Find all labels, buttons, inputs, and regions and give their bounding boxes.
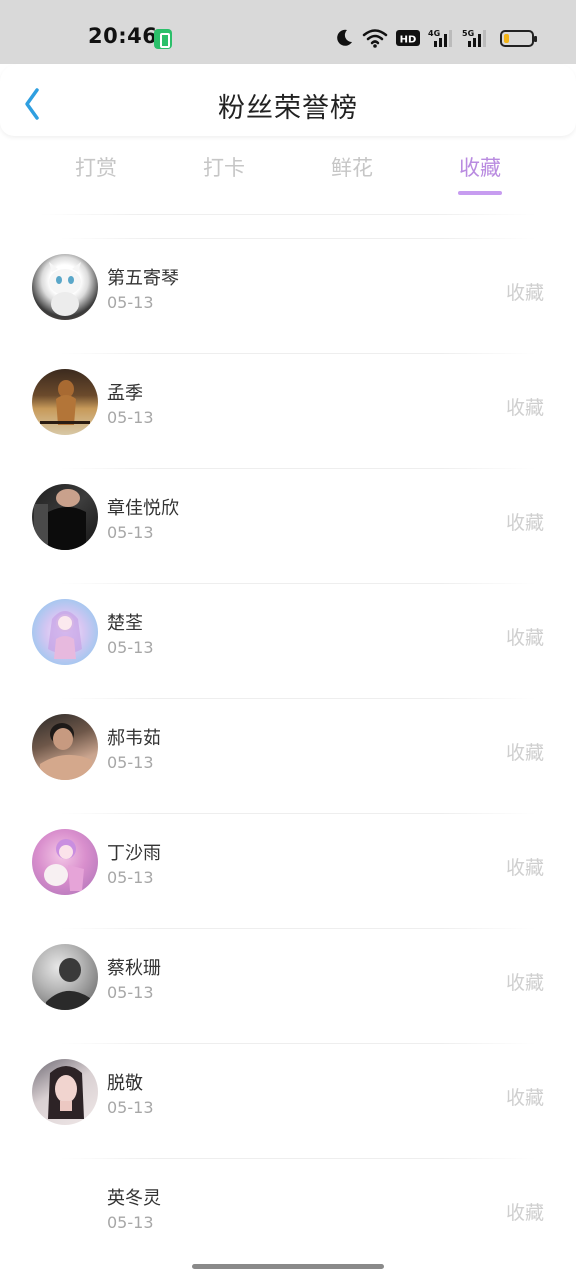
- username: 孟季: [107, 383, 143, 404]
- favorite-action[interactable]: 收藏: [506, 1083, 544, 1110]
- date: 05-13: [107, 983, 154, 1002]
- favorite-action[interactable]: 收藏: [506, 738, 544, 765]
- hd-icon: HD: [396, 30, 420, 46]
- sim2-label: 5G: [462, 29, 474, 38]
- avatar[interactable]: [32, 944, 98, 1010]
- date: 05-13: [107, 638, 154, 657]
- tab-flowers[interactable]: 鲜花: [288, 150, 416, 198]
- header: 粉丝荣誉榜: [0, 64, 576, 136]
- list-item[interactable]: 章佳悦欣 05-13 收藏: [0, 468, 576, 583]
- row-divider: [60, 583, 536, 584]
- list-item[interactable]: 孟季 05-13 收藏: [0, 353, 576, 468]
- row-divider: [60, 928, 536, 929]
- row-divider: [60, 468, 536, 469]
- favorite-action[interactable]: 收藏: [506, 393, 544, 420]
- list-item[interactable]: 英冬灵 05-13 收藏: [0, 1158, 576, 1273]
- date: 05-13: [107, 408, 154, 427]
- date: 05-13: [107, 293, 154, 312]
- row-divider: [60, 813, 536, 814]
- username: 第五寄琴: [107, 268, 179, 289]
- active-tab-indicator: [458, 191, 502, 195]
- favorite-action[interactable]: 收藏: [506, 508, 544, 535]
- avatar[interactable]: [32, 714, 98, 780]
- avatar[interactable]: [32, 1059, 98, 1125]
- avatar[interactable]: [32, 599, 98, 665]
- battery-icon: [500, 29, 537, 47]
- username: 郝韦茹: [107, 728, 161, 749]
- home-indicator[interactable]: [192, 1264, 384, 1269]
- date: 05-13: [107, 523, 154, 542]
- row-divider: [60, 238, 536, 239]
- status-icons: HD 4G 5G: [334, 26, 537, 50]
- list-item[interactable]: 楚荃 05-13 收藏: [0, 583, 576, 698]
- list-item[interactable]: 第五寄琴 05-13 收藏: [0, 238, 576, 353]
- list-item[interactable]: 丁沙雨 05-13 收藏: [0, 813, 576, 928]
- tab-bar: 打赏 打卡 鲜花 收藏: [32, 150, 544, 206]
- username: 楚荃: [107, 613, 143, 634]
- tab-favorites[interactable]: 收藏: [416, 150, 544, 198]
- page-title: 粉丝荣誉榜: [218, 93, 358, 124]
- tab-label: 打赏: [75, 156, 117, 180]
- tab-checkin[interactable]: 打卡: [160, 150, 288, 198]
- fan-list: 第五寄琴 05-13 收藏 孟季 05-13 收藏 章佳悦欣 05-13 收藏 …: [0, 238, 576, 1273]
- battery-level: [504, 33, 509, 43]
- tab-reward[interactable]: 打赏: [32, 150, 160, 198]
- favorite-action[interactable]: 收藏: [506, 968, 544, 995]
- date: 05-13: [107, 1098, 154, 1117]
- moon-icon: [337, 29, 352, 46]
- list-item[interactable]: 蔡秋珊 05-13 收藏: [0, 928, 576, 1043]
- tab-label: 鲜花: [331, 156, 373, 180]
- row-divider: [60, 1043, 536, 1044]
- row-divider: [60, 353, 536, 354]
- favorite-action[interactable]: 收藏: [506, 1198, 544, 1225]
- username: 脱敬: [107, 1073, 143, 1094]
- avatar[interactable]: [32, 829, 98, 895]
- row-divider: [60, 698, 536, 699]
- username: 英冬灵: [107, 1188, 161, 1209]
- battery-saver-icon: [154, 29, 172, 49]
- signal-4g-icon: 4G: [428, 29, 452, 47]
- signal-5g-icon: 5G: [462, 29, 486, 47]
- hd-label: HD: [400, 35, 417, 46]
- favorite-action[interactable]: 收藏: [506, 623, 544, 650]
- wifi-icon: [362, 29, 388, 48]
- list-item[interactable]: 脱敬 05-13 收藏: [0, 1043, 576, 1158]
- avatar[interactable]: [32, 484, 98, 550]
- avatar[interactable]: [32, 254, 98, 320]
- date: 05-13: [107, 753, 154, 772]
- status-bar: 20:46 HD 4G 5G: [0, 0, 576, 64]
- username: 蔡秋珊: [107, 958, 161, 979]
- username: 章佳悦欣: [107, 498, 179, 519]
- sim1-label: 4G: [428, 29, 440, 38]
- username: 丁沙雨: [107, 843, 161, 864]
- date: 05-13: [107, 1213, 154, 1232]
- tab-label: 打卡: [203, 156, 245, 180]
- status-time: 20:46: [88, 24, 158, 48]
- avatar[interactable]: [32, 369, 98, 435]
- screen: 20:46 HD 4G 5G 粉丝荣誉榜 打赏 打卡 鲜花 收藏 第五寄琴 05…: [0, 0, 576, 1280]
- favorite-action[interactable]: 收藏: [506, 853, 544, 880]
- tab-label: 收藏: [459, 156, 501, 180]
- row-divider: [60, 1158, 536, 1159]
- favorite-action[interactable]: 收藏: [506, 278, 544, 305]
- list-item[interactable]: 郝韦茹 05-13 收藏: [0, 698, 576, 813]
- tab-divider: [40, 214, 536, 215]
- date: 05-13: [107, 868, 154, 887]
